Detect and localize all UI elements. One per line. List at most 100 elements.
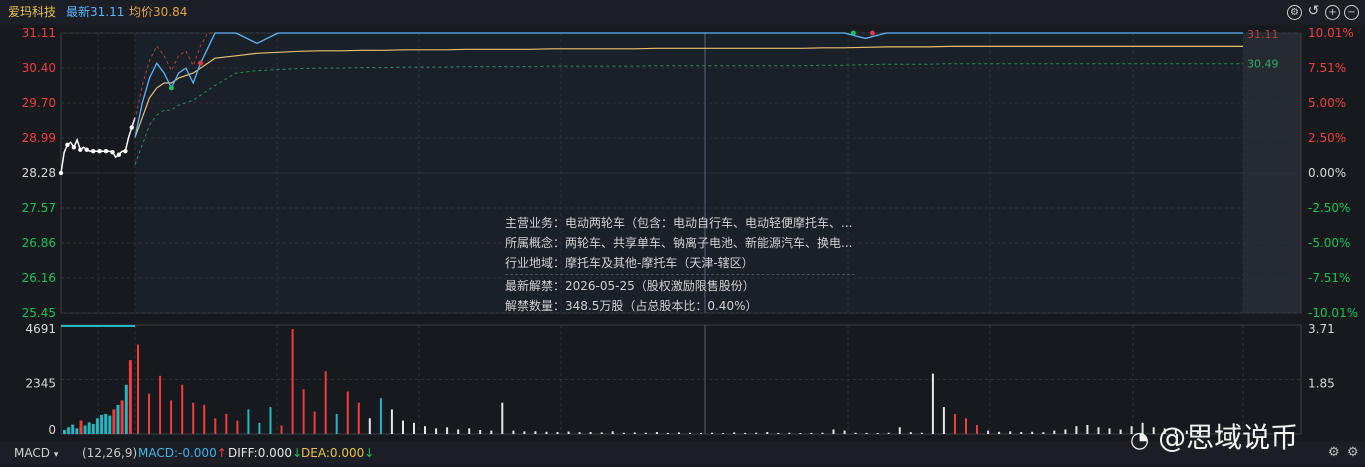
preopen-point	[90, 149, 96, 154]
preopen-point	[103, 149, 109, 154]
volume-bar	[71, 424, 75, 434]
volume-bar	[214, 418, 217, 434]
arrow-down-icon-2: ↓	[364, 446, 375, 460]
volume-bar	[435, 428, 438, 434]
volume-bar	[75, 428, 79, 434]
volume-bar	[87, 422, 91, 434]
volume-bar	[1064, 429, 1067, 434]
volume-bar	[95, 418, 99, 434]
volume-bar	[79, 420, 83, 434]
pct-axis-label: 0.00%	[1308, 166, 1346, 180]
volume-bar	[280, 425, 283, 434]
price-axis-label: 28.99	[22, 131, 56, 145]
watermark: ◔ @思域说币	[1130, 416, 1298, 456]
volume-bar	[446, 427, 449, 434]
volume-bar	[965, 418, 967, 434]
volume-bar	[112, 409, 116, 434]
volume-bar	[821, 432, 824, 434]
volume-bar	[324, 371, 327, 434]
volume-bar	[159, 375, 162, 434]
volume-bar	[998, 431, 1001, 434]
volume-bar	[733, 432, 736, 434]
arrow-up-icon: ↑	[216, 446, 227, 460]
volume-bar	[766, 432, 769, 434]
volume-bar	[556, 432, 559, 434]
price-axis-label: 30.40	[22, 61, 56, 75]
volume-bar	[91, 423, 95, 434]
volume-bar	[909, 432, 912, 434]
volume-bar	[104, 413, 108, 434]
volume-bar	[479, 430, 482, 434]
info-divider	[505, 274, 855, 275]
volume-bar	[124, 384, 128, 434]
volume-bar	[100, 415, 104, 434]
pct-axis-label: -5.00%	[1308, 236, 1350, 250]
price-axis-label: 31.11	[22, 26, 56, 40]
volume-bar	[832, 429, 835, 434]
pct-axis-label: -2.50%	[1308, 201, 1350, 215]
volume-bar	[120, 400, 124, 434]
indicator-select[interactable]: MACD ▾	[14, 441, 58, 467]
volume-bar	[622, 432, 625, 434]
volume-bar	[108, 415, 112, 434]
volume-bar	[644, 432, 647, 434]
volume-bar	[898, 427, 901, 434]
volume-bar	[170, 400, 173, 434]
price-axis-label: 27.57	[22, 201, 56, 215]
macd-text: MACD:-0.000	[138, 446, 217, 460]
volume-bar	[1053, 430, 1056, 434]
volume-bar	[567, 431, 570, 434]
volume-bar	[887, 432, 890, 434]
weibo-icon: ◔	[1130, 428, 1150, 453]
volume-bar	[148, 393, 150, 434]
volume-bar	[357, 402, 360, 434]
volume-bar	[512, 430, 515, 434]
gear-icon-2[interactable]: ⚙	[1347, 445, 1359, 460]
pct-axis-label: -10.01%	[1308, 306, 1358, 320]
volume-bar	[368, 418, 371, 434]
price-axis-label: 25.45	[22, 306, 56, 320]
volume-bar	[67, 427, 71, 434]
price-end-label: 31.11	[1247, 28, 1279, 41]
volume-bar	[236, 420, 239, 434]
volume-bar	[390, 409, 393, 434]
sell-marker	[197, 60, 203, 66]
volume-bar	[678, 432, 680, 434]
gear-icon[interactable]: ⚙	[1328, 445, 1340, 460]
volume-bar	[578, 432, 581, 434]
volume-bar	[1086, 425, 1089, 434]
info-region: 行业地域：摩托车及其他-摩托车（天津-辖区）	[505, 256, 754, 270]
volume-bar	[954, 413, 956, 434]
preopen-point	[78, 147, 83, 152]
volume-bar	[865, 432, 868, 434]
volume-axis-label: 2345	[25, 377, 56, 391]
volume-bar	[689, 432, 691, 434]
volume-bar	[545, 431, 548, 434]
diff-value: DIFF:0.000↓	[228, 441, 302, 465]
volume-bar	[346, 391, 349, 434]
volume-right-label: 1.85	[1308, 377, 1335, 391]
volume-bar	[116, 404, 120, 434]
volume-bar	[379, 398, 382, 434]
volume-bar	[633, 432, 636, 434]
price-axis-label: 29.70	[22, 96, 56, 110]
dea-text: DEA:0.000	[301, 446, 365, 460]
volume-bar	[490, 430, 493, 434]
volume-bar	[1020, 432, 1023, 434]
volume-bar	[920, 432, 923, 434]
volume-bar	[799, 433, 802, 434]
volume-bar	[424, 426, 426, 434]
preopen-point	[129, 125, 134, 130]
volume-bar	[1075, 426, 1078, 434]
preopen-point	[84, 147, 89, 152]
volume-bar	[1097, 427, 1100, 434]
preopen-point	[65, 142, 70, 148]
volume-bar	[63, 430, 66, 434]
volume-bar	[755, 432, 758, 434]
volume-bar	[1031, 431, 1034, 434]
volume-bar	[666, 432, 669, 434]
volume-bar	[600, 432, 603, 434]
watermark-text: @思域说币	[1158, 421, 1299, 454]
pct-axis-label: 2.50%	[1308, 131, 1346, 145]
volume-bar	[137, 344, 139, 434]
